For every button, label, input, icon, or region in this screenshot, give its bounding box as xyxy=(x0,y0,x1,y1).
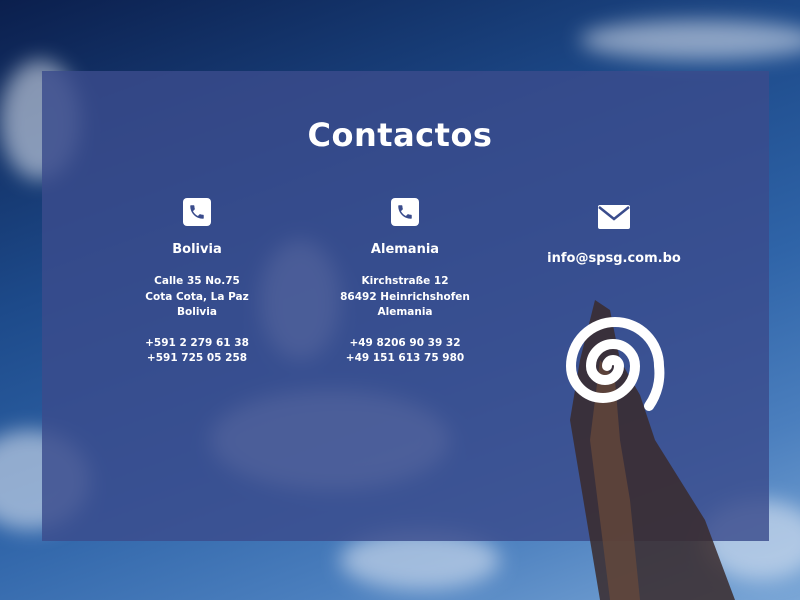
contact-column-bolivia: Bolivia Calle 35 No.75 Cota Cota, La Paz… xyxy=(77,198,317,367)
page-title: Contactos xyxy=(307,116,493,154)
mail-icon xyxy=(598,205,630,229)
contact-column-email: info@spsg.com.bo xyxy=(494,198,734,266)
phone-icon xyxy=(183,198,211,226)
phone-number[interactable]: +591 725 05 258 xyxy=(77,351,317,367)
phone-list: +49 8206 90 39 32 +49 151 613 75 980 xyxy=(285,336,525,367)
country-label: Bolivia xyxy=(172,242,222,257)
address-line: Cota Cota, La Paz xyxy=(145,290,249,303)
phone-list: +591 2 279 61 38 +591 725 05 258 xyxy=(77,336,317,367)
address-block: Kirchstraße 12 86492 Heinrichshofen Alem… xyxy=(285,274,525,321)
address-line: 86492 Heinrichshofen xyxy=(340,290,470,303)
phone-icon xyxy=(391,198,419,226)
address-block: Calle 35 No.75 Cota Cota, La Paz Bolivia xyxy=(77,274,317,321)
phone-number[interactable]: +49 8206 90 39 32 xyxy=(285,336,525,352)
email-link[interactable]: info@spsg.com.bo xyxy=(494,251,734,266)
address-line: Alemania xyxy=(377,306,433,318)
phone-number[interactable]: +49 151 613 75 980 xyxy=(285,351,525,367)
address-line: Calle 35 No.75 xyxy=(154,275,240,287)
country-label: Alemania xyxy=(370,242,440,257)
contact-column-alemania: Alemania Kirchstraße 12 86492 Heinrichsh… xyxy=(285,198,525,367)
address-line: Kirchstraße 12 xyxy=(361,275,449,287)
address-line: Bolivia xyxy=(177,306,217,318)
spiral-logo xyxy=(565,317,665,411)
phone-number[interactable]: +591 2 279 61 38 xyxy=(77,336,317,352)
